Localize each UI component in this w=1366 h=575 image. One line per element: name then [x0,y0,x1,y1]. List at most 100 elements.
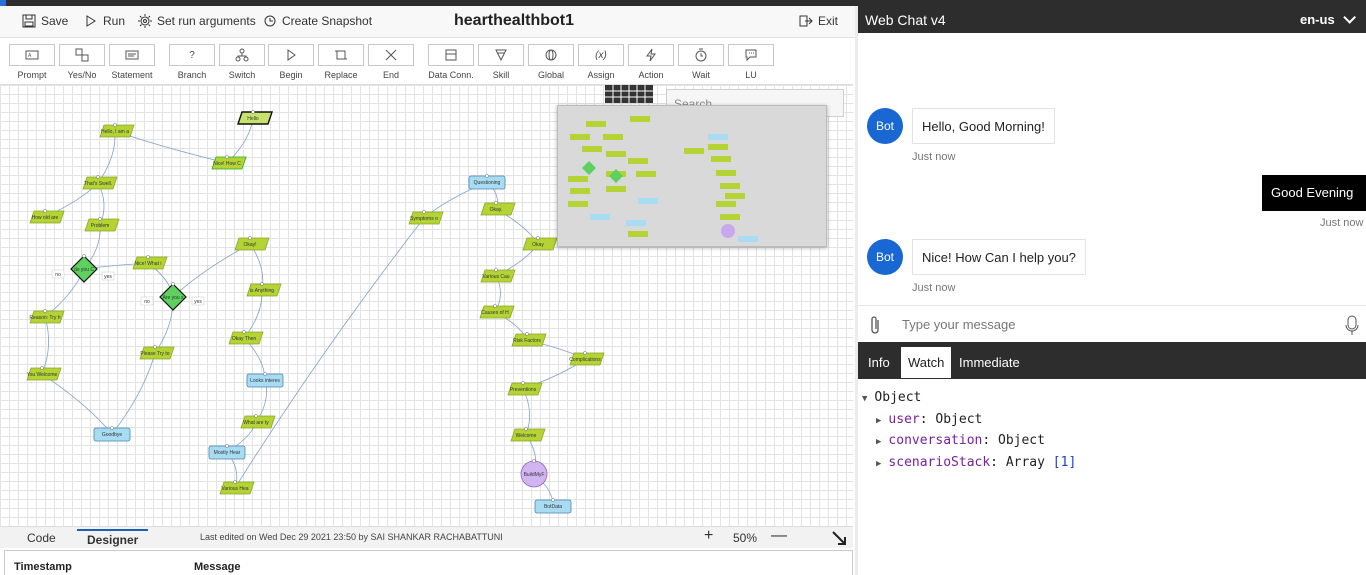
flow-connector [111,352,156,435]
tool-prompt[interactable]: A Prompt [9,44,55,84]
tool-branch[interactable]: ? Branch [169,44,215,84]
flow-node[interactable]: Various Hea [219,480,255,495]
branch-label: no [55,272,61,278]
tool-replace[interactable]: Replace [318,44,364,84]
tool-wait[interactable]: Wait [678,44,724,84]
create-snapshot-button[interactable]: Create Snapshot [263,14,372,28]
minimap-node [721,224,735,238]
tool-skill[interactable]: Skill [478,44,524,84]
tool-statement[interactable]: Statement [109,44,155,84]
flow-node[interactable]: Please Try to [139,345,175,360]
tool-assign[interactable]: (x) Assign [578,44,624,84]
tool-end[interactable]: End [368,44,414,84]
flow-node[interactable]: Looks interes [246,372,284,388]
collapsed-icon: ▶ [876,459,882,469]
flow-node[interactable]: BotData [534,498,572,514]
tab-watch[interactable]: Watch [901,347,952,378]
chat-transcript[interactable]: Bot Hello, Good Morning! Just now Good E… [858,33,1366,305]
flow-node[interactable]: Are you s [159,282,187,311]
watch-root[interactable]: ▼ Object [862,390,921,405]
end-icon [385,49,397,61]
svg-text:You Welcome: You Welcome [27,372,58,378]
grid-toggle-icon[interactable] [605,85,653,103]
svg-text:Okay.: Okay. [490,207,503,213]
tool-begin[interactable]: Begin [268,44,314,84]
watch-entry[interactable]: ▶ conversation: Object [876,433,1045,448]
svg-text:BuildMyF: BuildMyF [524,472,545,478]
exit-button[interactable]: Exit [799,14,838,28]
minimap-node [570,134,590,140]
flow-node[interactable]: Questioning [468,174,506,190]
tab-immediate[interactable]: Immediate [952,347,1027,378]
webchat-pane: Web Chat v4 en-us Bot Hello, Good Mornin… [858,6,1366,575]
flow-node[interactable]: Goodbye [93,426,131,442]
attach-icon[interactable] [869,315,881,335]
flow-node[interactable]: Nice! What i [132,255,168,270]
tab-info[interactable]: Info [861,347,897,378]
flow-node[interactable]: Welcome [510,427,546,442]
flow-node[interactable]: How old are [29,209,65,224]
flow-node[interactable]: Hello, I am a [99,123,135,138]
svg-text:Causes of H: Causes of H [481,310,509,316]
flow-node[interactable]: Okay [522,236,558,251]
flow-connector [234,217,425,489]
flow-node[interactable]: Okay Then [228,330,264,345]
flow-node[interactable]: Problem [84,217,120,232]
zoom-in-button[interactable]: + [704,527,713,545]
play-icon [86,15,96,27]
collapsed-icon: ▶ [876,437,882,447]
minimap-node [628,158,648,164]
watch-panel: ▼ Object ▶ user: Object ▶ conversation: Obj… [858,379,1366,575]
zoom-out-button[interactable]: — [771,527,787,545]
message-input[interactable]: Type your message [902,317,1015,332]
tool-action[interactable]: Action [628,44,674,84]
flow-node[interactable]: Various Cau [480,268,516,283]
flow-node[interactable]: Hello [237,110,273,125]
flow-node[interactable]: Okay! [234,236,270,251]
flow-connector [41,316,49,375]
flow-node[interactable]: That's Swell. [82,175,118,190]
locale-dropdown[interactable]: en-us [1300,12,1352,27]
svg-text:Are you s: Are you s [162,295,184,301]
svg-text:Questioning: Questioning [474,180,501,186]
flow-node[interactable]: You Welcome [26,366,62,381]
microphone-icon[interactable] [1345,315,1359,337]
tab-designer[interactable]: Designer [77,529,149,547]
save-button[interactable]: Save [22,14,68,28]
flow-node[interactable]: What are ty [240,414,276,429]
flow-node[interactable]: Causes of H [479,304,515,319]
flow-node[interactable]: Nice! How C [211,155,247,170]
svg-text:Hello, I am a: Hello, I am a [101,129,129,135]
svg-text:Mostly Hear: Mostly Hear [214,450,241,456]
set-run-arguments-button[interactable]: Set run arguments [138,14,256,28]
tool-yes-no[interactable]: Yes/No [59,44,105,84]
flow-node[interactable]: Mostly Hear [208,444,246,460]
svg-text:Nice! What i: Nice! What i [135,261,162,267]
flow-connector [41,373,113,435]
minimap-node [725,193,745,199]
fit-to-screen-icon[interactable] [830,529,848,547]
minimap[interactable] [557,105,827,247]
design-canvas[interactable]: Hello Hello, I am a Nice! How C That's Swel… [0,84,853,526]
minimap-node [582,146,602,152]
flow-node[interactable]: Complications [569,351,605,366]
tool-global[interactable]: Global [528,44,574,84]
run-button[interactable]: Run [84,14,125,28]
tool-switch[interactable]: Switch [219,44,265,84]
tool-data-connection[interactable]: Data Conn. [428,44,474,84]
tool-lu[interactable]: LU [728,44,774,84]
flow-node[interactable]: BuildMyF [520,459,548,488]
flow-node[interactable]: Symptoms o [408,210,444,225]
flow-node[interactable]: Risk Factors [511,332,547,347]
flow-node[interactable]: Preventions [507,381,543,396]
svg-text:Various Hea: Various Hea [221,486,248,492]
flow-node[interactable]: Reason: Try h [29,309,65,324]
tab-code[interactable]: Code [27,531,56,545]
watch-entry[interactable]: ▶ user: Object [876,412,982,427]
flow-node[interactable]: is Anything [246,282,282,297]
flow-node[interactable]: Okay. [480,201,516,216]
watch-entry[interactable]: ▶ scenarioStack: Array [1] [876,455,1076,470]
svg-text:Okay: Okay [532,242,544,248]
snapshot-icon [264,15,276,27]
flow-node[interactable]: do you C [70,254,98,283]
